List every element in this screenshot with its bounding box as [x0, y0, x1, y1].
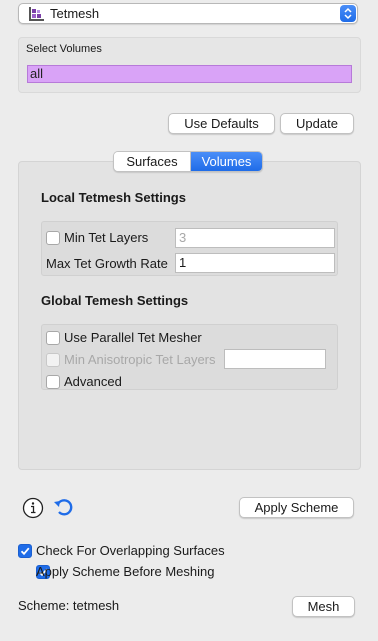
tab-surfaces[interactable]: Surfaces: [114, 152, 191, 171]
select-volumes-label: Select Volumes: [26, 43, 102, 55]
min-tet-layers-label: Min Tet Layers: [64, 230, 149, 245]
min-tet-layers-checkbox[interactable]: [46, 231, 60, 245]
scheme-dropdown-value: Tetmesh: [50, 6, 100, 21]
apply-before-meshing-label: Apply Scheme Before Meshing: [36, 564, 215, 579]
use-parallel-label: Use Parallel Tet Mesher: [64, 330, 202, 345]
min-aniso-label: Min Anisotropic Tet Layers: [64, 352, 216, 367]
chevron-updown-icon[interactable]: [340, 5, 356, 22]
tab-volumes[interactable]: Volumes: [191, 152, 262, 171]
use-parallel-checkbox[interactable]: [46, 331, 60, 345]
tab-bar: Surfaces Volumes: [113, 151, 263, 172]
select-volumes-panel: Select Volumes all: [18, 37, 361, 93]
volumes-input[interactable]: all: [27, 65, 352, 83]
tetmesh-icon: [29, 7, 44, 21]
max-tet-growth-rate-field[interactable]: 1: [175, 253, 335, 273]
update-button[interactable]: Update: [280, 113, 354, 134]
global-settings-title: Global Temesh Settings: [41, 293, 189, 308]
use-defaults-button[interactable]: Use Defaults: [168, 113, 275, 134]
volumes-tab-panel: [18, 161, 361, 470]
reset-icon[interactable]: [52, 496, 74, 521]
check-overlap-label: Check For Overlapping Surfaces: [36, 543, 225, 558]
min-aniso-field[interactable]: [224, 349, 326, 369]
max-tet-growth-rate-label: Max Tet Growth Rate: [46, 256, 168, 271]
scheme-dropdown[interactable]: Tetmesh: [18, 3, 358, 24]
advanced-label: Advanced: [64, 374, 122, 389]
min-tet-layers-field[interactable]: 3: [175, 228, 335, 248]
advanced-checkbox[interactable]: [46, 375, 60, 389]
min-aniso-checkbox[interactable]: [46, 353, 60, 367]
check-overlap-checkbox[interactable]: [18, 544, 32, 558]
scheme-status-text: Scheme: tetmesh: [18, 598, 120, 613]
apply-scheme-button[interactable]: Apply Scheme: [239, 497, 354, 518]
mesh-button[interactable]: Mesh: [292, 596, 355, 617]
info-icon[interactable]: [22, 497, 44, 522]
local-settings-title: Local Tetmesh Settings: [41, 190, 186, 205]
